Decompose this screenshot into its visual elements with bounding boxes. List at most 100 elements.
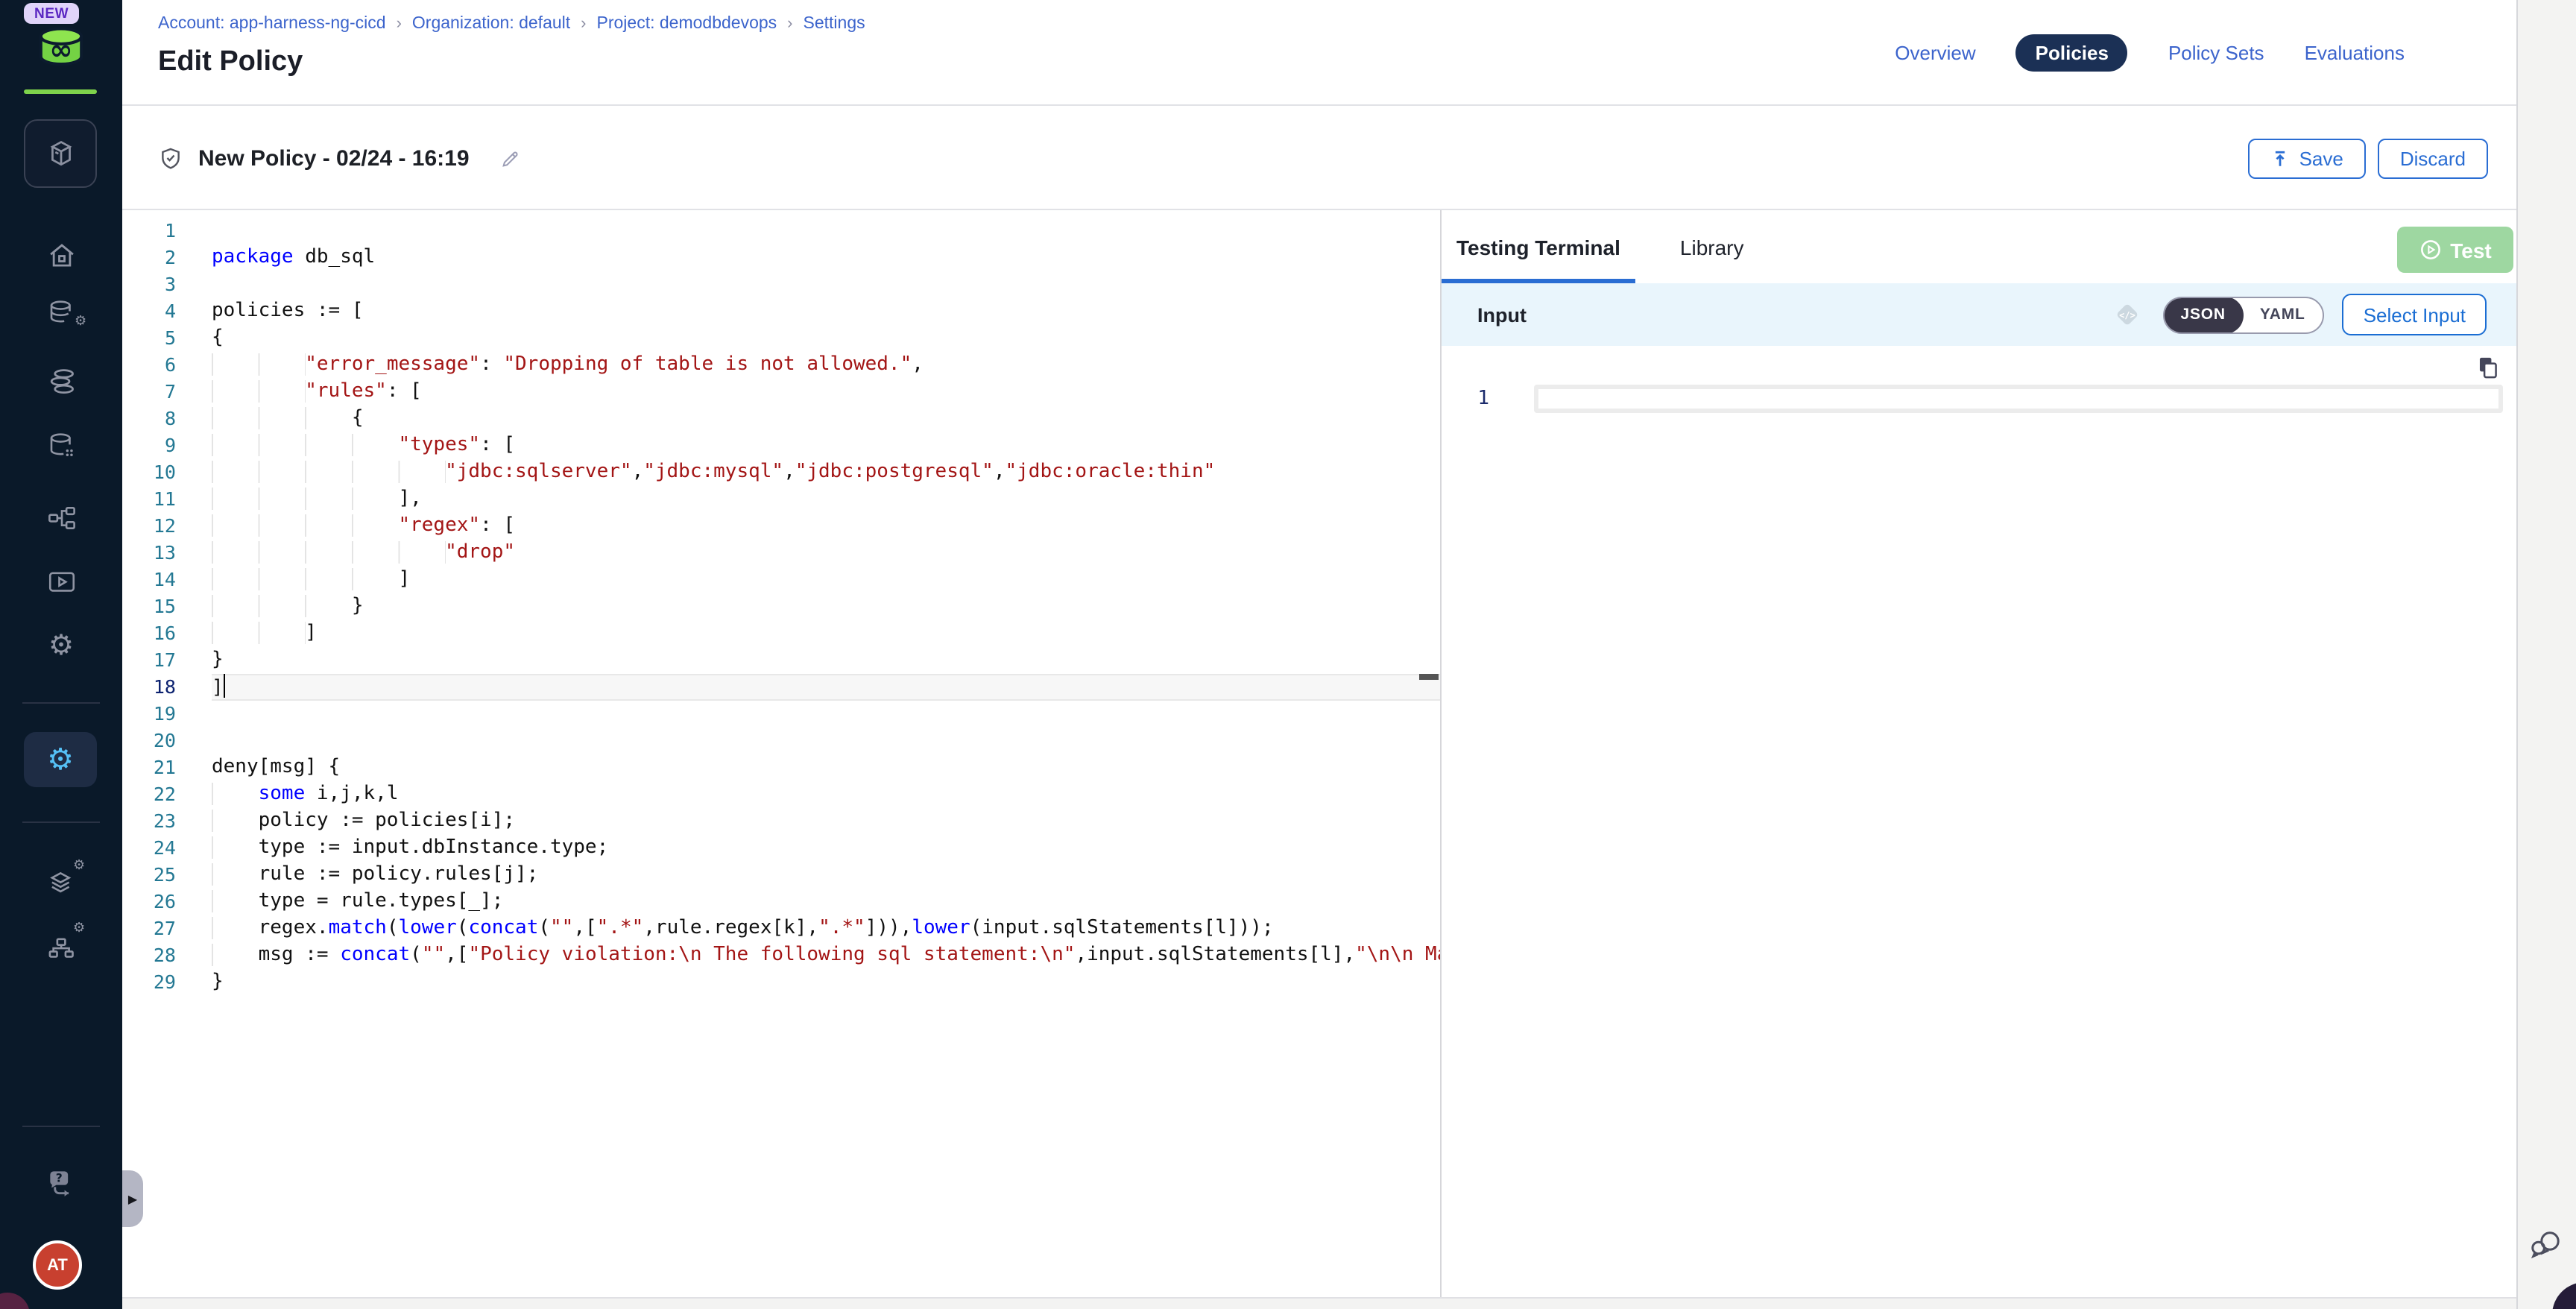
select-input-button[interactable]: Select Input	[2343, 294, 2487, 335]
code-line[interactable]: 27 regex.match(lower(concat("",[".*",rul…	[122, 915, 1440, 942]
sidebar-item-settings-active[interactable]: ⚙	[24, 732, 97, 787]
line-number: 8	[122, 406, 212, 432]
code-line[interactable]: 17}	[122, 647, 1440, 674]
breadcrumb-settings[interactable]: Settings	[804, 15, 865, 33]
line-number: 9	[122, 432, 212, 459]
code-line[interactable]: 6 "error_message": "Dropping of table is…	[122, 352, 1440, 379]
chat-bubbles-icon[interactable]	[2525, 1226, 2564, 1264]
input-bar: Input </> JSON YAML Select Input	[1442, 283, 2516, 346]
line-number: 4	[122, 298, 212, 325]
line-number: 20	[122, 728, 212, 754]
code-line[interactable]: 4policies := [	[122, 298, 1440, 325]
code-line[interactable]: 13 "drop"	[122, 540, 1440, 567]
sidebar-item-pipelines[interactable]	[0, 499, 122, 535]
user-avatar[interactable]: AT	[33, 1240, 82, 1290]
sidebar-item-module[interactable]	[24, 119, 97, 188]
line-number: 29	[122, 969, 212, 996]
shield-check-icon	[158, 145, 183, 171]
sidebar-item-governance[interactable]: ⚙	[0, 924, 122, 960]
code-lines: 12package db_sql34policies := [5{6 "erro…	[122, 210, 1440, 996]
sidebar-item-help[interactable]: ?	[0, 1164, 122, 1200]
page-title: Edit Policy	[158, 46, 303, 79]
sidebar-item-executions[interactable]	[0, 564, 122, 599]
line-number: 28	[122, 942, 212, 969]
terminal-input-line[interactable]	[1534, 385, 2503, 413]
test-button[interactable]: Test	[2397, 227, 2513, 273]
edit-pencil-icon[interactable]	[499, 147, 522, 169]
sidebar-nav: NEW ∞	[0, 0, 122, 1309]
code-line[interactable]: 18]	[122, 674, 1440, 701]
sidebar-item-default-settings[interactable]: ⚙	[0, 862, 122, 898]
testing-terminal-panel: Testing Terminal Library Test Input </> …	[1442, 210, 2516, 1297]
code-line[interactable]: 14 ]	[122, 567, 1440, 593]
line-number: 26	[122, 889, 212, 915]
tab-policy-sets[interactable]: Policy Sets	[2168, 42, 2264, 64]
db-devops-logo-icon[interactable]: ∞	[36, 25, 86, 70]
sidebar-item-configure[interactable]: ⚙	[0, 628, 122, 663]
code-line[interactable]: 29}	[122, 969, 1440, 996]
gear-active-icon: ⚙	[47, 745, 74, 775]
format-yaml[interactable]: YAML	[2242, 306, 2323, 324]
code-line[interactable]: 25 rule := policy.rules[j];	[122, 862, 1440, 889]
code-line[interactable]: 1	[122, 218, 1440, 245]
sidebar-divider	[22, 702, 100, 704]
code-line[interactable]: 9 "types": [	[122, 432, 1440, 459]
svg-text:∞: ∞	[49, 33, 72, 66]
sidebar-divider	[22, 821, 100, 823]
line-number: 13	[122, 540, 212, 567]
code-line[interactable]: 10 "jdbc:sqlserver","jdbc:mysql","jdbc:p…	[122, 459, 1440, 486]
breadcrumb-project[interactable]: Project: demodbdevops	[597, 15, 777, 33]
code-line[interactable]: 11 ],	[122, 486, 1440, 513]
breadcrumb: Account: app-harness-ng-cicd › Organizat…	[158, 15, 865, 33]
play-rect-icon	[45, 566, 77, 597]
code-line[interactable]: 7 "rules": [	[122, 379, 1440, 406]
code-line[interactable]: 23 policy := policies[i];	[122, 808, 1440, 835]
text-cursor	[224, 674, 226, 698]
discard-button[interactable]: Discard	[2378, 138, 2488, 178]
line-number: 10	[122, 459, 212, 486]
code-line[interactable]: 12 "regex": [	[122, 513, 1440, 540]
code-line[interactable]: 2package db_sql	[122, 245, 1440, 271]
pipeline-flow-icon	[45, 502, 77, 533]
line-number: 3	[122, 271, 212, 298]
sidebar-item-db-library[interactable]	[0, 428, 122, 464]
code-line[interactable]: 19	[122, 701, 1440, 728]
tab-library[interactable]: Library	[1680, 235, 1744, 259]
input-label: Input	[1477, 303, 1527, 326]
line-number: 5	[122, 325, 212, 352]
sidebar-divider	[22, 1126, 100, 1127]
breadcrumb-organization[interactable]: Organization: default	[412, 15, 570, 33]
code-line[interactable]: 16 ]	[122, 620, 1440, 647]
sidebar-item-db-schemas[interactable]	[0, 364, 122, 400]
sidebar-item-home[interactable]	[0, 237, 122, 273]
line-number: 12	[122, 513, 212, 540]
code-line[interactable]: 22 some i,j,k,l	[122, 781, 1440, 808]
copy-icon[interactable]	[2475, 355, 2500, 380]
save-button[interactable]: Save	[2249, 138, 2366, 178]
format-json-selected[interactable]: JSON	[2163, 296, 2244, 333]
code-line[interactable]: 21deny[msg] {	[122, 754, 1440, 781]
code-line[interactable]: 24 type := input.dbInstance.type;	[122, 835, 1440, 862]
gear-badge-icon: ⚙	[75, 315, 86, 328]
upload-icon	[2271, 148, 2291, 168]
code-line[interactable]: 26 type = rule.types[_];	[122, 889, 1440, 915]
tab-testing-terminal[interactable]: Testing Terminal	[1456, 235, 1620, 259]
code-line[interactable]: 3	[122, 271, 1440, 298]
code-line[interactable]: 28 msg := concat("",["Policy violation:\…	[122, 942, 1440, 969]
tab-policies-active[interactable]: Policies	[2016, 34, 2128, 72]
sidebar-item-db-instances[interactable]: ⚙	[0, 295, 122, 331]
sidebar-expand-handle[interactable]: ▶	[122, 1170, 143, 1227]
logo-underline	[24, 89, 97, 94]
app-root: NEW ∞	[0, 0, 2576, 1309]
code-line[interactable]: 5{	[122, 325, 1440, 352]
tab-overview[interactable]: Overview	[1895, 42, 1975, 64]
help-chat-icon: ?	[45, 1166, 78, 1199]
format-toggle[interactable]: JSON YAML	[2163, 296, 2325, 333]
code-line[interactable]: 20	[122, 728, 1440, 754]
code-line[interactable]: 15 }	[122, 593, 1440, 620]
page-header: Account: app-harness-ng-cicd › Organizat…	[122, 0, 2516, 106]
policy-code-editor[interactable]: 12package db_sql34policies := [5{6 "erro…	[122, 210, 1440, 1297]
breadcrumb-account[interactable]: Account: app-harness-ng-cicd	[158, 15, 386, 33]
tab-evaluations[interactable]: Evaluations	[2305, 42, 2405, 64]
code-line[interactable]: 8 {	[122, 406, 1440, 432]
